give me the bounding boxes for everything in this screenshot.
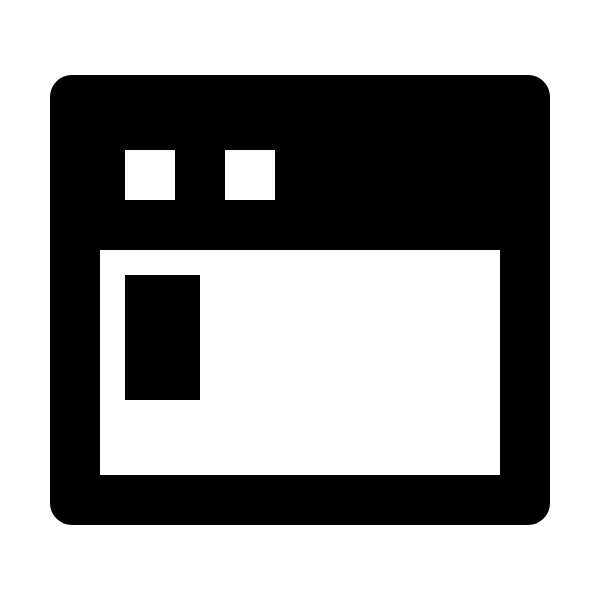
- window-control-dot-1: [125, 150, 175, 200]
- icon-canvas: [0, 0, 600, 600]
- browser-window-icon: [50, 75, 550, 525]
- window-control-dot-2: [225, 150, 275, 200]
- content-sidebar-block: [125, 275, 200, 400]
